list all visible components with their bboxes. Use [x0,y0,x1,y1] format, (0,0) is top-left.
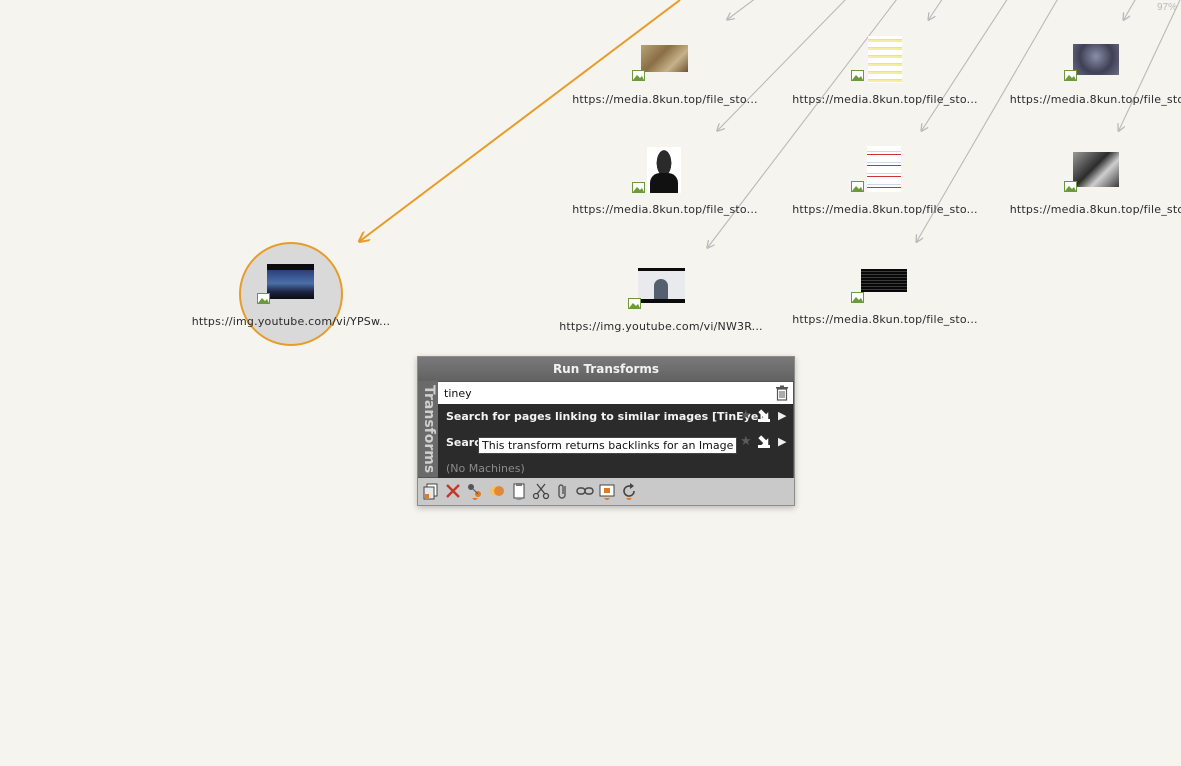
image-entity-icon [1064,70,1077,81]
no-machines-label: (No Machines) [446,462,525,475]
install-transform-icon[interactable] [756,407,772,423]
image-entity-icon [851,181,864,192]
favorite-star-icon[interactable]: ★ [740,434,752,449]
transform-name: Search for pages linking to similar imag… [446,410,764,423]
node-label: https://media.8kun.top/file_sto [1009,203,1181,216]
node-label: https://media.8kun.top/file_sto [1009,93,1181,106]
transform-search-box[interactable] [438,382,793,404]
image-entity-icon [257,293,270,304]
node-thumbnail [638,268,685,303]
node-thumbnail [647,147,681,193]
panel-toolbar [418,478,794,505]
node-thumbnail [868,36,902,83]
delete-icon[interactable] [444,482,462,500]
node-thumbnail [641,45,688,72]
node-label: https://media.8kun.top/file_sto... [792,203,978,216]
select-branch-icon[interactable] [466,482,484,500]
transform-search-input[interactable] [444,385,764,401]
panel-title: Run Transforms [418,357,794,381]
image-entity-icon [628,298,641,309]
install-transform-icon[interactable] [756,433,772,449]
image-entity-icon [632,182,645,193]
image-entity-icon [1064,181,1077,192]
transforms-side-tab[interactable]: Transforms [418,381,438,477]
attach-icon[interactable] [554,482,572,500]
link-icon[interactable] [576,482,594,500]
graph-link [929,0,943,19]
transform-tooltip: This transform returns backlinks for an … [478,437,738,454]
node-label: https://media.8kun.top/file_sto... [572,203,758,216]
graph-link [728,0,755,19]
node-thumbnail [867,146,901,192]
cut-icon[interactable] [532,482,550,500]
zoom-level: 97% [1156,2,1177,13]
image-entity-icon [851,70,864,81]
clear-search-icon[interactable] [775,385,789,401]
copy-icon[interactable] [422,482,440,500]
favorite-star-icon[interactable]: ★ [740,408,752,423]
graph-link [922,0,1008,130]
image-entity-icon [632,70,645,81]
graph-link [1119,0,1181,130]
node-label: https://img.youtube.com/vi/YPSw... [191,315,391,328]
image-entity-icon [851,292,864,303]
refresh-icon[interactable] [620,482,638,500]
node-thumbnail [861,269,907,292]
node-thumbnail [1073,44,1119,75]
run-transforms-panel: Run Transforms Transforms Search for pag… [417,356,795,506]
merge-icon[interactable] [488,482,506,500]
node-label: https://media.8kun.top/file_sto... [572,93,758,106]
node-label: https://media.8kun.top/file_sto... [792,93,978,106]
transform-result-row[interactable]: Search for pages linking to similar imag… [438,404,793,430]
run-transform-icon[interactable]: ▶ [778,409,786,422]
paste-icon[interactable] [510,482,528,500]
highlight-icon[interactable] [598,482,616,500]
node-label: https://media.8kun.top/file_sto... [792,313,978,326]
node-thumbnail [267,264,314,299]
node-thumbnail [1073,152,1119,187]
run-transform-icon[interactable]: ▶ [778,435,786,448]
node-label: https://img.youtube.com/vi/NW3R... [559,320,763,333]
graph-link [1124,0,1136,19]
graph-link [718,0,846,130]
